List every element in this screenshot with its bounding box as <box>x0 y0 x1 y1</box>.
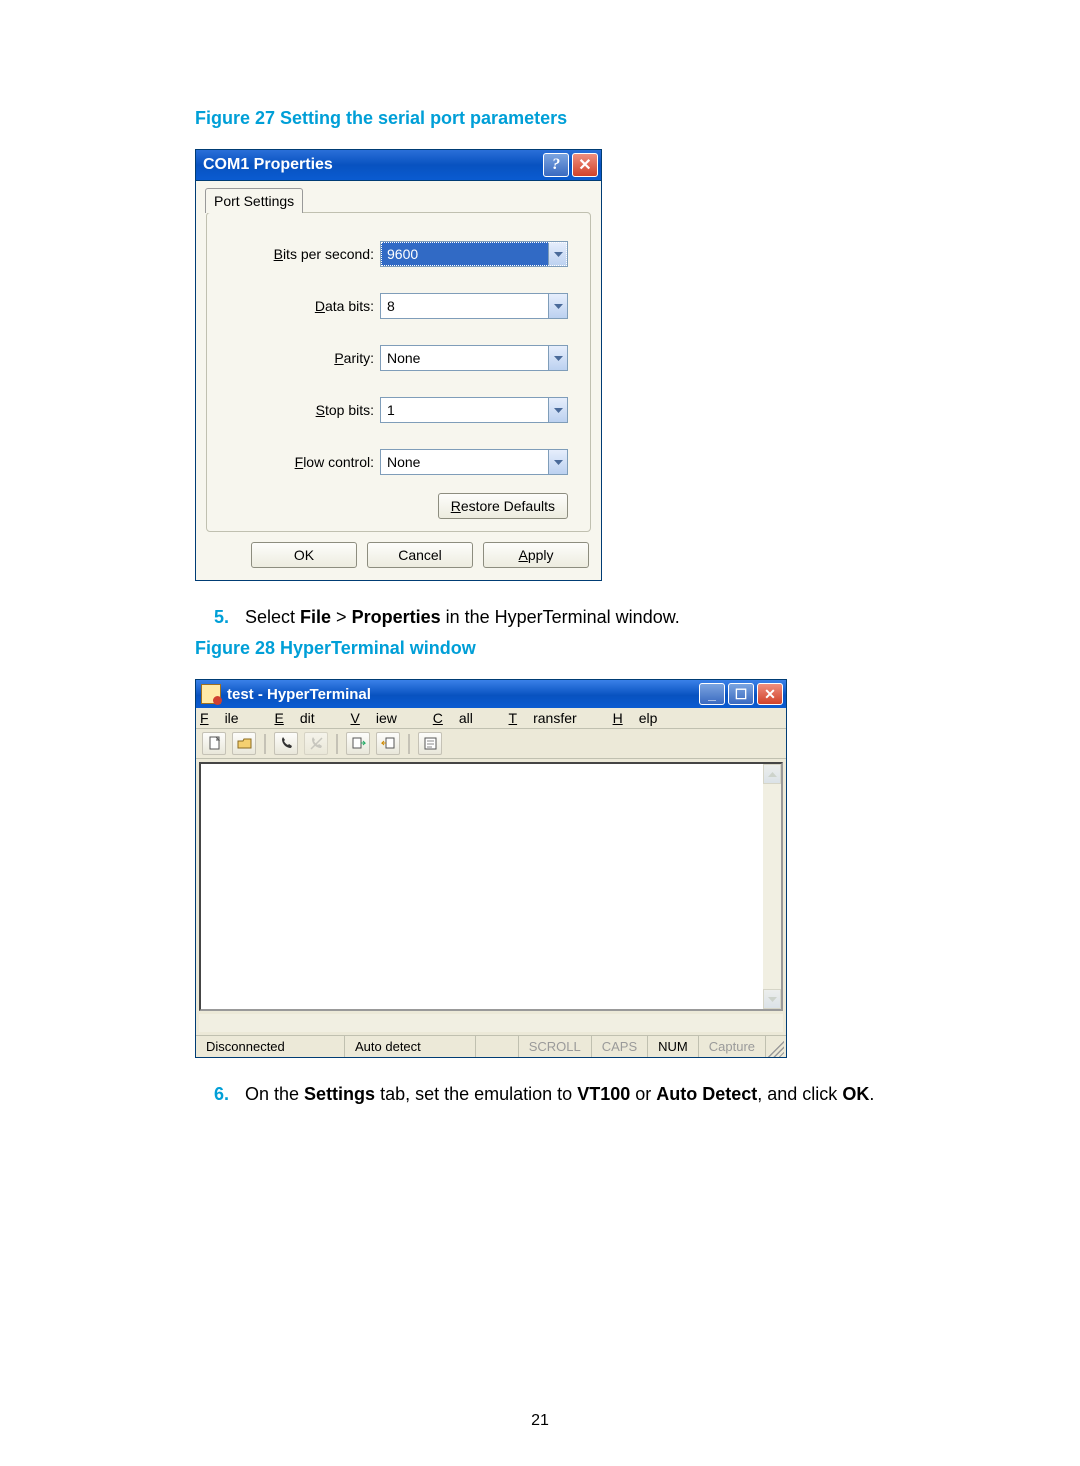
scroll-up-icon <box>763 764 781 784</box>
page-number: 21 <box>0 1412 1080 1430</box>
menu-edit[interactable]: Edit <box>274 710 330 726</box>
menu-file[interactable]: File <box>200 710 255 726</box>
status-connection: Disconnected <box>196 1036 345 1057</box>
receive-icon[interactable] <box>376 732 400 755</box>
apply-button[interactable]: Apply <box>483 542 589 568</box>
terminal-area[interactable] <box>199 762 783 1011</box>
toolbar <box>196 729 786 759</box>
chevron-down-icon[interactable] <box>548 398 567 422</box>
status-detect: Auto detect <box>345 1036 476 1057</box>
label-data-bits: Data bits: <box>229 298 374 314</box>
resize-grip-icon[interactable] <box>766 1039 784 1057</box>
disconnect-icon <box>304 732 328 755</box>
close-button[interactable]: ✕ <box>757 683 783 705</box>
step-5: 5. Select File > Properties in the Hyper… <box>195 607 885 628</box>
label-parity: Parity: <box>229 350 374 366</box>
dialog-title: COM1 Properties <box>203 156 543 174</box>
properties-icon[interactable] <box>418 732 442 755</box>
cancel-button[interactable]: Cancel <box>367 542 473 568</box>
vertical-scrollbar[interactable] <box>763 764 781 1009</box>
menu-call[interactable]: Call <box>433 710 489 726</box>
select-bits-per-second[interactable]: 9600 <box>380 241 568 267</box>
maximize-button[interactable]: ☐ <box>728 683 754 705</box>
dialog-titlebar[interactable]: COM1 Properties ? ✕ <box>196 150 601 181</box>
select-data-bits[interactable]: 8 <box>380 293 568 319</box>
label-stop-bits: Stop bits: <box>229 402 374 418</box>
status-capture: Capture <box>699 1036 766 1057</box>
select-stop-bits[interactable]: 1 <box>380 397 568 423</box>
open-icon[interactable] <box>232 732 256 755</box>
status-scroll: SCROLL <box>519 1036 592 1057</box>
send-icon[interactable] <box>346 732 370 755</box>
menubar: File Edit View Call Transfer Help <box>196 708 786 729</box>
step-6: 6. On the Settings tab, set the emulatio… <box>195 1084 885 1105</box>
help-button[interactable]: ? <box>543 153 569 177</box>
menu-view[interactable]: View <box>351 710 413 726</box>
hyperterminal-icon <box>201 684 221 704</box>
hyperterminal-window: test - HyperTerminal _ ☐ ✕ File Edit Vie… <box>195 679 787 1058</box>
minimize-button[interactable]: _ <box>699 683 725 705</box>
new-icon[interactable] <box>202 732 226 755</box>
label-bits-per-second: Bits per second: <box>229 246 374 262</box>
select-flow-control[interactable]: None <box>380 449 568 475</box>
horizontal-scrollbar[interactable] <box>199 1014 783 1032</box>
menu-transfer[interactable]: Transfer <box>509 710 593 726</box>
status-bar: Disconnected Auto detect SCROLL CAPS NUM… <box>196 1035 786 1057</box>
ht-title: test - HyperTerminal <box>227 686 699 703</box>
figure-28-caption: Figure 28 HyperTerminal window <box>195 638 885 659</box>
tab-port-settings[interactable]: Port Settings <box>205 188 303 213</box>
chevron-down-icon[interactable] <box>548 242 567 266</box>
com1-properties-dialog: COM1 Properties ? ✕ Port Settings Bits p… <box>195 149 602 581</box>
label-flow-control: Flow control: <box>229 454 374 470</box>
menu-help[interactable]: Help <box>613 710 674 726</box>
chevron-down-icon[interactable] <box>548 450 567 474</box>
chevron-down-icon[interactable] <box>548 346 567 370</box>
status-caps: CAPS <box>592 1036 648 1057</box>
scroll-down-icon <box>763 989 781 1009</box>
ok-button[interactable]: OK <box>251 542 357 568</box>
restore-defaults-button[interactable]: Restore Defaults <box>438 493 568 519</box>
status-num: NUM <box>648 1036 699 1057</box>
figure-27-caption: Figure 27 Setting the serial port parame… <box>195 108 885 129</box>
ht-titlebar[interactable]: test - HyperTerminal _ ☐ ✕ <box>196 680 786 708</box>
call-icon[interactable] <box>274 732 298 755</box>
close-button[interactable]: ✕ <box>572 153 598 177</box>
select-parity[interactable]: None <box>380 345 568 371</box>
chevron-down-icon[interactable] <box>548 294 567 318</box>
